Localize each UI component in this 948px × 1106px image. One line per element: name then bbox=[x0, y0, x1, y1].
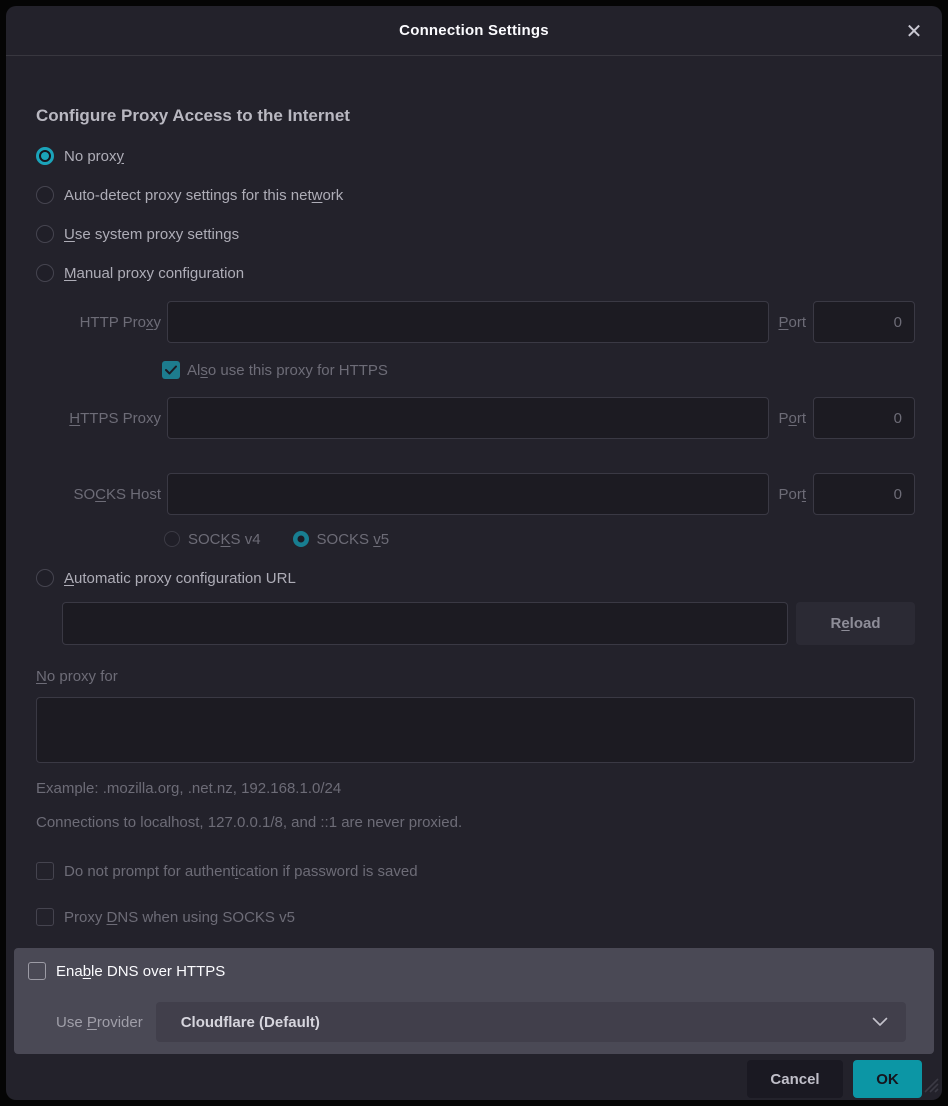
no-proxy-radio[interactable] bbox=[36, 147, 54, 165]
socks-v4-radio bbox=[164, 531, 180, 547]
dialog-header: Connection Settings ✕ bbox=[6, 6, 942, 56]
socks-host-label: SOCKS Host bbox=[36, 486, 161, 503]
proxy-dns-option: Proxy DNS when using SOCKS v5 bbox=[36, 906, 915, 928]
no-proxy-for-textarea bbox=[36, 697, 915, 763]
https-port-label: Port bbox=[778, 410, 806, 427]
dialog-title: Connection Settings bbox=[399, 22, 549, 39]
http-proxy-row: HTTP Proxy Port bbox=[36, 301, 915, 343]
checkmark-icon bbox=[165, 365, 177, 375]
example-hint: Example: .mozilla.org, .net.nz, 192.168.… bbox=[36, 778, 915, 798]
doh-panel: Enable DNS over HTTPS Use Provider Cloud… bbox=[14, 948, 934, 1054]
dialog-footer: Cancel OK bbox=[6, 1054, 942, 1100]
no-auth-prompt-label: Do not prompt for authentication if pass… bbox=[64, 863, 418, 880]
provider-dropdown[interactable]: Cloudflare (Default) bbox=[156, 1002, 906, 1042]
ok-button[interactable]: OK bbox=[853, 1060, 922, 1098]
system-proxy-option[interactable]: Use system proxy settings bbox=[36, 222, 915, 246]
socks-port-input bbox=[813, 473, 915, 515]
provider-row: Use Provider Cloudflare (Default) bbox=[28, 1002, 906, 1042]
https-proxy-row: HTTPS Proxy Port bbox=[36, 397, 915, 439]
no-auth-prompt-checkbox bbox=[36, 862, 54, 880]
connection-settings-dialog: Connection Settings ✕ Configure Proxy Ac… bbox=[6, 6, 942, 1100]
provider-label: Use Provider bbox=[56, 1014, 143, 1031]
pac-url-row: Reload bbox=[62, 602, 915, 645]
http-port-label: Port bbox=[778, 314, 806, 331]
system-proxy-label: Use system proxy settings bbox=[64, 226, 239, 243]
http-port-input bbox=[813, 301, 915, 343]
socks-host-row: SOCKS Host Port bbox=[36, 473, 915, 515]
dialog-body: Configure Proxy Access to the Internet N… bbox=[6, 56, 942, 935]
enable-doh-checkbox[interactable] bbox=[28, 962, 46, 980]
auto-config-label: Automatic proxy configuration URL bbox=[64, 570, 296, 587]
auto-detect-option[interactable]: Auto-detect proxy settings for this netw… bbox=[36, 183, 915, 207]
also-https-label: Also use this proxy for HTTPS bbox=[187, 362, 388, 379]
enable-doh-option[interactable]: Enable DNS over HTTPS bbox=[28, 960, 906, 982]
provider-value: Cloudflare (Default) bbox=[181, 1014, 872, 1031]
no-proxy-for-label: No proxy for bbox=[36, 666, 915, 686]
close-button[interactable]: ✕ bbox=[898, 16, 930, 46]
also-https-checkbox bbox=[162, 361, 180, 379]
also-https-option: Also use this proxy for HTTPS bbox=[162, 359, 915, 381]
close-icon: ✕ bbox=[906, 21, 923, 41]
no-proxy-option[interactable]: No proxy bbox=[36, 144, 915, 168]
auto-config-radio[interactable] bbox=[36, 569, 54, 587]
socks-v4-label: SOCKS v4 bbox=[188, 531, 261, 548]
auto-detect-radio[interactable] bbox=[36, 186, 54, 204]
socks-version-row: SOCKS v4 SOCKS v5 bbox=[164, 528, 915, 550]
socks-v5-label: SOCKS v5 bbox=[317, 531, 390, 548]
manual-proxy-label: Manual proxy configuration bbox=[64, 265, 244, 282]
no-proxy-label: No proxy bbox=[64, 148, 124, 165]
socks-host-input bbox=[167, 473, 769, 515]
auto-config-option[interactable]: Automatic proxy configuration URL bbox=[36, 566, 915, 590]
localhost-hint: Connections to localhost, 127.0.0.1/8, a… bbox=[36, 812, 915, 832]
screen: Connection Settings ✕ Configure Proxy Ac… bbox=[0, 0, 948, 1106]
enable-doh-label: Enable DNS over HTTPS bbox=[56, 963, 225, 980]
proxy-dns-label: Proxy DNS when using SOCKS v5 bbox=[64, 909, 295, 926]
manual-proxy-option[interactable]: Manual proxy configuration bbox=[36, 261, 915, 285]
socks-v5-radio bbox=[293, 531, 309, 547]
https-proxy-input bbox=[167, 397, 769, 439]
proxy-dns-checkbox bbox=[36, 908, 54, 926]
resize-grip[interactable] bbox=[917, 1071, 939, 1097]
http-proxy-input bbox=[167, 301, 769, 343]
cancel-button[interactable]: Cancel bbox=[747, 1060, 843, 1098]
pac-url-input bbox=[62, 602, 788, 645]
reload-button: Reload bbox=[796, 602, 915, 645]
auto-detect-label: Auto-detect proxy settings for this netw… bbox=[64, 187, 343, 204]
https-proxy-label: HTTPS Proxy bbox=[36, 410, 161, 427]
no-auth-prompt-option: Do not prompt for authentication if pass… bbox=[36, 860, 915, 882]
section-heading: Configure Proxy Access to the Internet bbox=[36, 104, 915, 128]
manual-proxy-radio[interactable] bbox=[36, 264, 54, 282]
chevron-down-icon bbox=[872, 1017, 888, 1027]
socks-port-label: Port bbox=[778, 486, 806, 503]
system-proxy-radio[interactable] bbox=[36, 225, 54, 243]
https-port-input bbox=[813, 397, 915, 439]
http-proxy-label: HTTP Proxy bbox=[36, 314, 161, 331]
